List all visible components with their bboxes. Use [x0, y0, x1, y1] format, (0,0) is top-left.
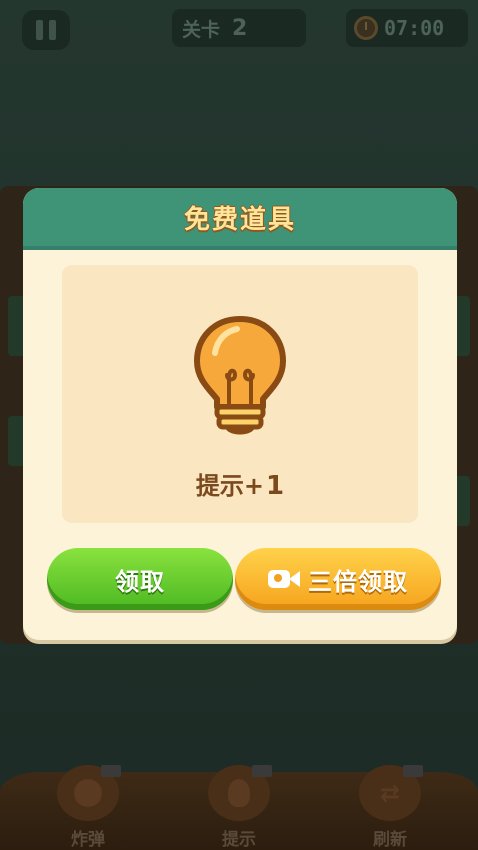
level-number: 2 [232, 15, 248, 41]
lightbulb-icon [194, 316, 286, 435]
stopwatch-icon [354, 16, 378, 40]
hint-tool-button[interactable]: 提示 [203, 765, 275, 850]
timer: 07:00 [346, 9, 468, 47]
video-ad-icon [101, 765, 121, 777]
dialog-title: 免费道具 [183, 204, 296, 235]
timer-value: 07:00 [384, 16, 445, 40]
refresh-tool-label: 刷新 [373, 830, 407, 850]
video-ad-icon [403, 765, 423, 777]
bomb-tool-label: 炸弹 [71, 830, 105, 850]
pause-button[interactable] [22, 10, 70, 50]
bomb-icon [74, 779, 102, 807]
pause-icon-bar-left [36, 20, 43, 40]
level-indicator: 关卡 2 [172, 9, 306, 47]
free-item-dialog: 免费道具 提示+1 领取 三倍领取 [23, 188, 457, 640]
reward-count: 1 [266, 471, 285, 501]
shuffle-icon: ⇄ [379, 779, 401, 807]
dialog-header: 免费道具 [23, 188, 457, 250]
video-ad-icon [252, 765, 272, 777]
claim-button-label: 领取 [115, 567, 165, 596]
hint-tool-circle [208, 765, 272, 821]
claim-button[interactable]: 领取 [47, 548, 233, 610]
bomb-tool-button[interactable]: 炸弹 [52, 765, 124, 850]
top-bar: 关卡 2 07:00 [0, 0, 478, 60]
refresh-tool-button[interactable]: ⇄ 刷新 [354, 765, 426, 850]
reward-panel: 提示+1 [62, 265, 418, 523]
refresh-tool-circle: ⇄ [359, 765, 423, 821]
level-label: 关卡 [182, 18, 221, 41]
pause-icon-bar-right [49, 20, 56, 40]
triple-claim-button[interactable]: 三倍领取 [235, 548, 441, 610]
hint-tool-label: 提示 [222, 830, 256, 850]
lightbulb-icon [228, 779, 250, 807]
bomb-tool-circle [57, 765, 121, 821]
triple-claim-button-label: 三倍领取 [308, 567, 408, 596]
video-ad-icon [268, 568, 300, 590]
reward-amount: 提示+1 [62, 466, 418, 501]
reward-label: 提示+ [195, 472, 264, 500]
